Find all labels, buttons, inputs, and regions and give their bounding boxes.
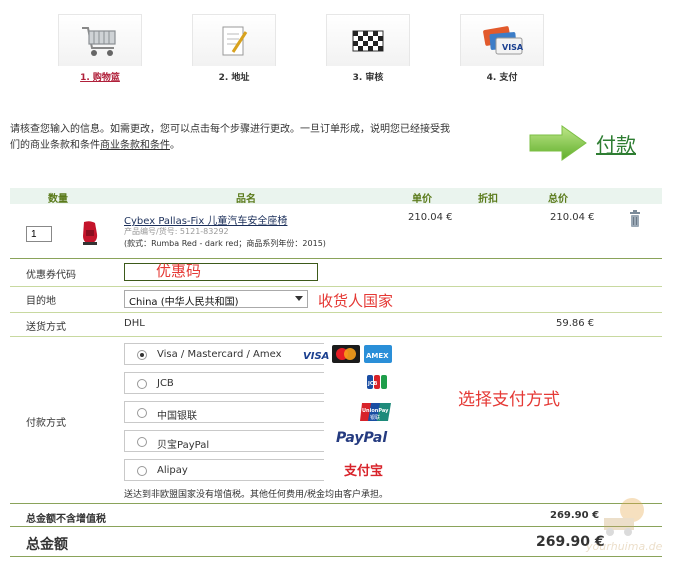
step-address[interactable]: 2. 地址: [192, 14, 276, 84]
green-arrow-icon: [529, 125, 587, 161]
trash-icon[interactable]: [629, 210, 641, 228]
grand-total-label: 总金额: [26, 537, 68, 553]
pay-button[interactable]: 付款: [528, 124, 636, 162]
payment-option-card[interactable]: Visa / Mastercard / Amex: [124, 343, 324, 365]
item-unit-price: 210.04 €: [408, 212, 453, 223]
watermark-text: yourhuima.de: [586, 540, 663, 553]
destination-select[interactable]: China (中华人民共和国): [124, 290, 308, 308]
cart-icon: [82, 26, 116, 56]
product-code: 产品编号/货号: 5121-83292: [124, 227, 229, 236]
payment-annotation: 选择支付方式: [458, 390, 560, 410]
coupon-input[interactable]: [124, 263, 318, 281]
step-label: 3. 审核: [352, 73, 384, 83]
divider: [10, 526, 662, 527]
shipping-method: DHL: [124, 318, 145, 329]
payment-option-label: Visa / Mastercard / Amex: [157, 349, 282, 360]
divider: [10, 556, 662, 557]
item-total-price: 210.04 €: [550, 212, 595, 223]
car-seat-image: [83, 221, 98, 245]
payment-option-paypal[interactable]: 贝宝PayPal: [124, 430, 324, 452]
chevron-down-icon: [295, 296, 303, 301]
payment-option-jcb[interactable]: JCB: [124, 372, 324, 394]
vat-note: 送达到非欧盟国家没有增值税。其他任何费用/税金均由客户承担。: [124, 490, 389, 500]
intro-end: 。: [170, 140, 180, 151]
shipping-price: 59.86 €: [556, 318, 595, 329]
radio[interactable]: [137, 437, 147, 447]
header-unit-price: 单价: [412, 194, 432, 205]
step-label: 1. 购物篮: [80, 73, 120, 83]
credit-cards-icon: VISA: [483, 25, 524, 54]
checkered-flag-icon: [352, 30, 384, 51]
radio[interactable]: [137, 466, 147, 476]
payment-label: 付款方式: [26, 418, 66, 429]
notepad-icon: [222, 26, 248, 55]
destination-annotation: 收货人国家: [318, 292, 394, 310]
jcb-text: JCB: [367, 381, 378, 387]
paypal-logo: PayPal: [336, 430, 388, 446]
intro-body: 请核查您输入的信息。如需更改，您可以点击每个步骤进行更改。一旦订单形成，说明您已…: [10, 124, 450, 151]
destination-value: China (中华人民共和国): [129, 297, 239, 308]
step-label: 4. 支付: [486, 73, 518, 83]
intro-text: 请核查您输入的信息。如需更改，您可以点击每个步骤进行更改。一旦订单形成，说明您已…: [10, 122, 450, 154]
radio-selected[interactable]: [137, 350, 147, 360]
visa-logo: VISA: [302, 346, 329, 362]
amex-logo: AMEX: [364, 345, 392, 363]
mascot-icon: [604, 498, 644, 536]
divider: [10, 336, 662, 337]
visa-text: VISA: [303, 351, 329, 362]
radio[interactable]: [137, 408, 147, 418]
unionpay-cn-text: 银联: [370, 414, 380, 421]
coupon-annotation: 优惠码: [156, 262, 202, 280]
divider: [10, 258, 662, 259]
amex-text: AMEX: [366, 352, 389, 360]
unionpay-logo: UnionPay 银联: [360, 403, 391, 421]
payment-option-label: JCB: [157, 378, 174, 389]
destination-label: 目的地: [26, 296, 56, 307]
divider: [10, 286, 662, 287]
net-total-label: 总金额不含增值税: [26, 514, 106, 525]
step-label: 2. 地址: [218, 73, 250, 83]
product-name-link[interactable]: Cybex Pallas-Fix 儿童汽车安全座椅: [124, 212, 287, 227]
mastercard-logo: [332, 345, 360, 363]
jcb-logo: JCB: [367, 375, 387, 389]
product-attributes: (款式：Rumba Red - dark red；商品系列年份：2015): [124, 239, 326, 248]
shipping-label: 送货方式: [26, 322, 66, 333]
card-logos: VISA AMEX: [302, 345, 392, 363]
terms-link[interactable]: 商业条款和条件: [100, 140, 170, 151]
header-total: 总价: [548, 194, 568, 205]
step-payment[interactable]: VISA 4. 支付: [460, 14, 544, 84]
coupon-label: 优惠券代码: [26, 270, 76, 281]
divider: [10, 503, 662, 504]
payment-option-label: 中国银联: [157, 411, 197, 422]
header-name: 品名: [236, 194, 256, 205]
unionpay-text: UnionPay: [362, 408, 389, 414]
svg-text:VISA: VISA: [502, 43, 524, 52]
header-qty: 数量: [48, 194, 68, 205]
payment-option-label: 贝宝PayPal: [157, 440, 210, 451]
watermark: yourhuima.de: [586, 492, 674, 562]
step-review[interactable]: 3. 审核: [326, 14, 410, 84]
radio[interactable]: [137, 379, 147, 389]
alipay-logo: 支付宝: [344, 464, 384, 479]
header-discount: 折扣: [478, 194, 498, 205]
payment-option-unionpay[interactable]: 中国银联: [124, 401, 324, 423]
payment-option-label: Alipay: [157, 465, 188, 476]
pay-label: 付款: [596, 132, 636, 157]
quantity-input[interactable]: [26, 226, 52, 242]
cart-table-header: 数量 品名 单价 折扣 总价: [10, 188, 662, 205]
payment-option-alipay[interactable]: Alipay: [124, 459, 324, 481]
divider: [10, 312, 662, 313]
step-cart[interactable]: 1. 购物篮: [58, 14, 142, 84]
checkout-steps: 1. 购物篮 2. 地址 3. 审核 VISA 4. 支付: [58, 14, 548, 84]
